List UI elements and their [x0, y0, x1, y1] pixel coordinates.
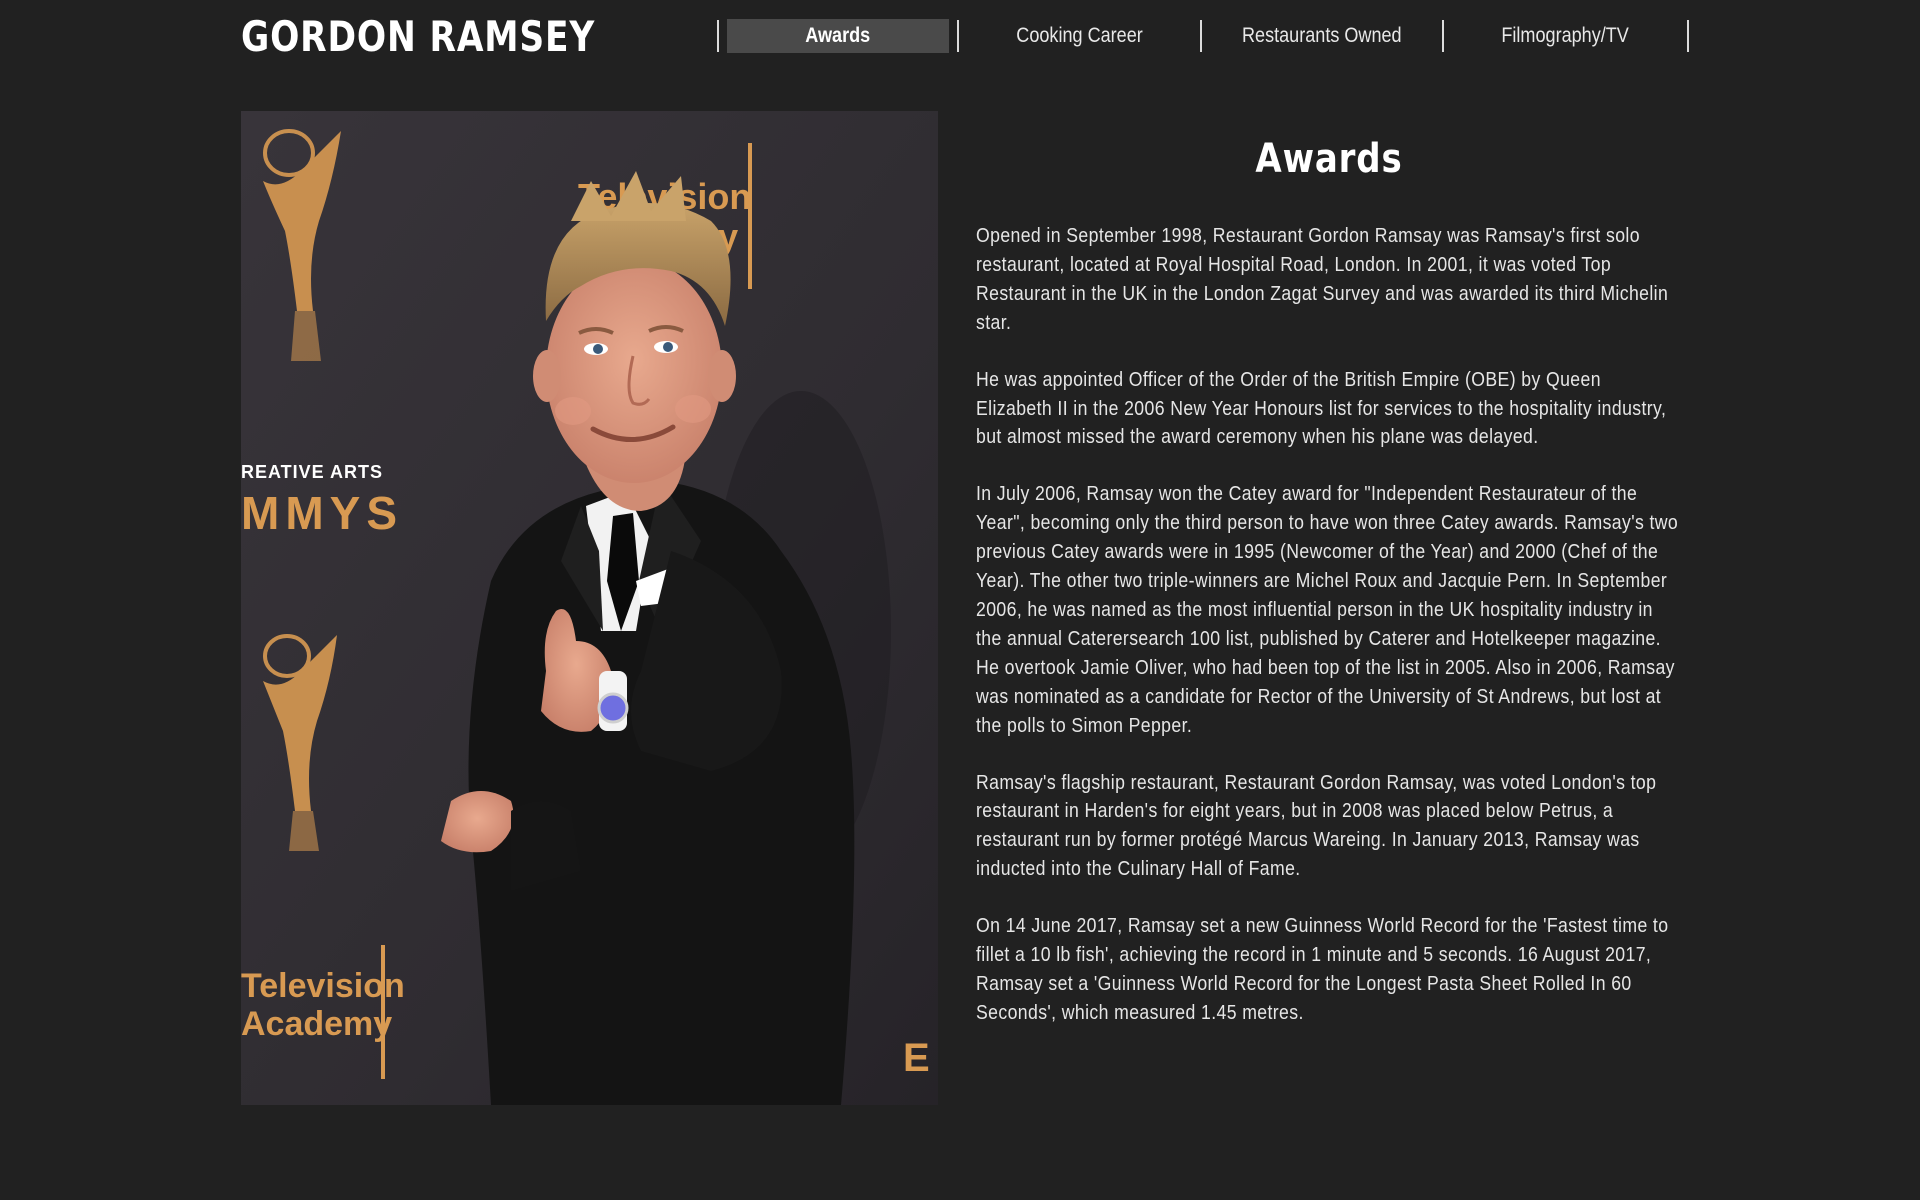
paragraph: Opened in September 1998, Restaurant Gor… [976, 225, 1669, 334]
nav-divider [1687, 20, 1689, 52]
portrait-photo: Television Academy REATIVE ARTS MMYS Tel… [241, 111, 938, 1105]
nav-divider [717, 20, 719, 52]
nav-item-label: Filmography/TV [1501, 24, 1630, 47]
backdrop-creative-arts-logo: REATIVE ARTS MMYS [241, 462, 403, 539]
paragraph: Ramsay's flagship restaurant, Restaurant… [976, 771, 1657, 881]
svg-text:Television: Television [241, 967, 405, 1005]
paragraph: In July 2006, Ramsay won the Catey award… [976, 483, 1679, 737]
portrait-illustration: Television Academy REATIVE ARTS MMYS Tel… [241, 111, 938, 1105]
nav-item-label: Awards [805, 24, 871, 47]
page: GORDON RAMSEY Awards Cooking Career Rest… [0, 0, 1920, 1200]
svg-text:Academy: Academy [241, 1005, 392, 1043]
nav-item-awards[interactable]: Awards [727, 19, 949, 53]
svg-text:MMYS: MMYS [241, 487, 403, 539]
site-title: GORDON RAMSEY [241, 12, 596, 61]
nav-item-label: Restaurants Owned [1242, 24, 1402, 47]
nav-item-restaurants-owned[interactable]: Restaurants Owned [1202, 20, 1442, 52]
section-title: Awards [1255, 136, 1403, 182]
main-content: Awards Opened in September 1998, Restaur… [976, 128, 1682, 1056]
nav-item-label: Cooking Career [1016, 24, 1143, 47]
svg-text:REATIVE ARTS: REATIVE ARTS [241, 462, 383, 482]
paragraph: On 14 June 2017, Ramsay set a new Guinne… [976, 915, 1669, 1024]
svg-text:E: E [903, 1036, 930, 1080]
paragraph: He was appointed Officer of the Order of… [976, 368, 1667, 449]
person-figure [441, 481, 855, 1105]
main-nav: Awards Cooking Career Restaurants Owned … [717, 19, 1689, 53]
nav-item-filmography-tv[interactable]: Filmography/TV [1444, 20, 1687, 52]
nav-item-cooking-career[interactable]: Cooking Career [959, 20, 1200, 52]
